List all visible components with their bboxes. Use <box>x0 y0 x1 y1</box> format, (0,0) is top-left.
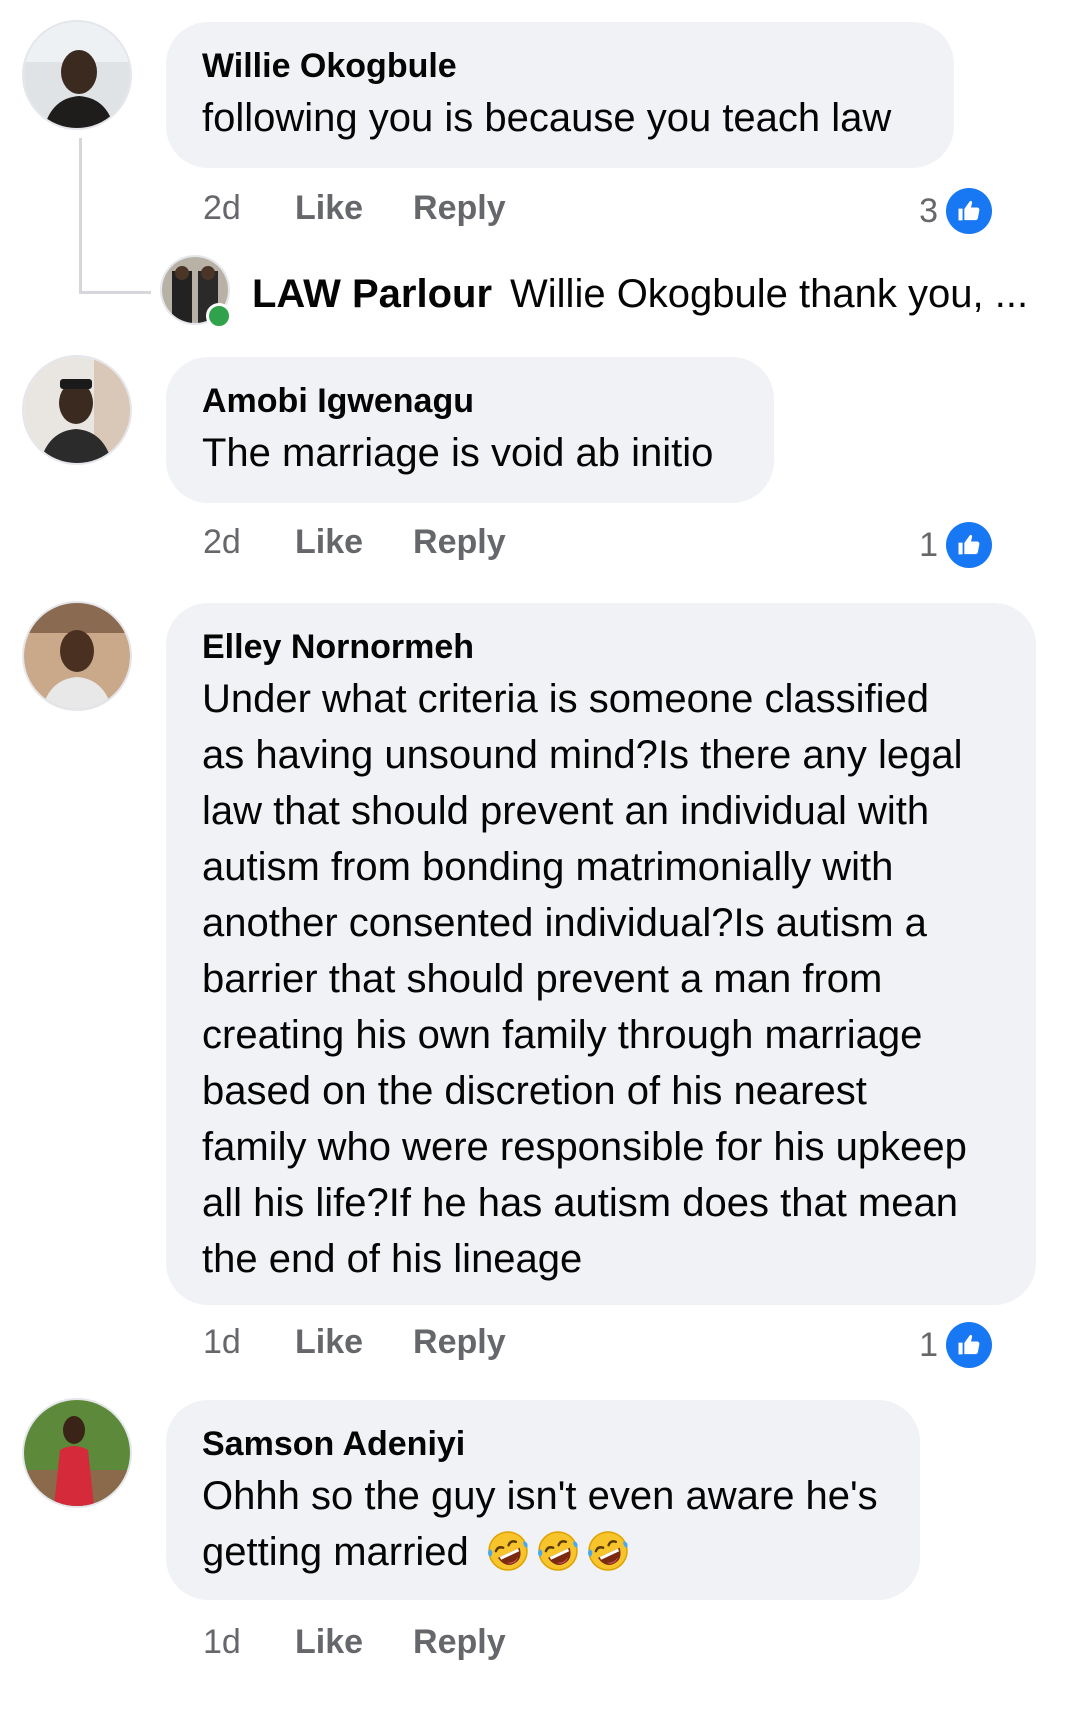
reaction-count: 1 <box>919 525 938 564</box>
avatar-elley-nornormeh[interactable] <box>24 603 130 709</box>
comment-text-line: creating his own family through marriage <box>202 1013 923 1057</box>
reply-button[interactable]: Reply <box>413 189 506 228</box>
comment-text-line: autism from bonding matrimonially with <box>202 845 894 889</box>
comment-bubble: Willie Okogbule following you is because… <box>166 22 954 168</box>
reply-text: Willie Okogbule thank you, ... <box>510 272 1029 316</box>
avatar-law-parlour[interactable] <box>162 257 232 329</box>
avatar-willie-okogbule[interactable] <box>24 22 130 128</box>
comment-time[interactable]: 1d <box>203 1323 295 1362</box>
online-status-dot <box>206 303 232 329</box>
comment-text-line: barrier that should prevent a man from <box>202 957 883 1001</box>
comment-text-segment: getting married <box>202 1530 469 1574</box>
comment-author[interactable]: Elley Nornormeh <box>202 625 1000 669</box>
rolling-on-floor-laughing-emoji <box>486 1529 530 1573</box>
reaction-count: 3 <box>919 191 938 230</box>
comment-text-line: the end of his lineage <box>202 1237 583 1281</box>
comment-author[interactable]: Willie Okogbule <box>202 44 918 88</box>
comment-author[interactable]: Amobi Igwenagu <box>202 379 738 423</box>
rolling-on-floor-laughing-emoji <box>536 1529 580 1573</box>
thumbs-up-icon <box>946 522 992 568</box>
reaction-summary[interactable]: 1 <box>919 520 992 570</box>
comment-time[interactable]: 2d <box>203 523 295 562</box>
reaction-summary[interactable]: 3 <box>919 186 992 236</box>
comment-text-line: getting married <box>202 1524 884 1580</box>
comment-text-line: Ohhh so the guy isn't even aware he's <box>202 1474 878 1518</box>
like-button[interactable]: Like <box>295 523 363 562</box>
comment-text: The marriage is void ab initio <box>202 431 714 475</box>
comment-actions: 2d Like Reply <box>203 186 556 230</box>
avatar-samson-adeniyi[interactable] <box>24 1400 130 1506</box>
comment-time[interactable]: 1d <box>203 1623 295 1662</box>
like-button[interactable]: Like <box>295 189 363 228</box>
comment-text-line: family who were responsible for his upke… <box>202 1125 967 1169</box>
comment-text: following you is because you teach law <box>202 96 892 140</box>
reaction-summary[interactable]: 1 <box>919 1320 992 1370</box>
comment-text-line: all his life?If he has autism does that … <box>202 1181 958 1225</box>
thread-connector-line <box>79 138 82 294</box>
comment-actions: 2d Like Reply <box>203 520 556 564</box>
reply-button[interactable]: Reply <box>413 523 506 562</box>
reaction-count: 1 <box>919 1325 938 1364</box>
comment-text: Under what criteria is someone classifie… <box>202 671 1000 1287</box>
comment-text: Ohhh so the guy isn't even aware he's ge… <box>202 1468 884 1580</box>
thumbs-up-icon <box>946 188 992 234</box>
reply-author[interactable]: LAW Parlour <box>252 272 492 316</box>
rolling-on-floor-laughing-emoji <box>586 1529 630 1573</box>
reply-button[interactable]: Reply <box>413 1623 506 1662</box>
comment-actions: 1d Like Reply <box>203 1320 556 1364</box>
reply-button[interactable]: Reply <box>413 1323 506 1362</box>
comment-text-line: another consented individual?Is autism a <box>202 901 927 945</box>
comment-bubble: Amobi Igwenagu The marriage is void ab i… <box>166 357 774 503</box>
like-button[interactable]: Like <box>295 1623 363 1662</box>
comment-time[interactable]: 2d <box>203 189 295 228</box>
comment-actions: 1d Like Reply <box>203 1620 556 1664</box>
comment-text-line: based on the discretion of his nearest <box>202 1069 867 1113</box>
avatar-amobi-igwenagu[interactable] <box>24 357 130 463</box>
comment-bubble: Samson Adeniyi Ohhh so the guy isn't eve… <box>166 1400 920 1600</box>
thread-connector-line <box>79 291 151 294</box>
reply-preview[interactable]: LAW Parlour Willie Okogbule thank you, ..… <box>252 268 1028 320</box>
comment-text-line: Under what criteria is someone classifie… <box>202 677 929 721</box>
like-button[interactable]: Like <box>295 1323 363 1362</box>
thumbs-up-icon <box>946 1322 992 1368</box>
comment-text-line: law that should prevent an individual wi… <box>202 789 930 833</box>
comment-author[interactable]: Samson Adeniyi <box>202 1422 884 1466</box>
comment-bubble: Elley Nornormeh Under what criteria is s… <box>166 603 1036 1305</box>
comment-text-line: as having unsound mind?Is there any lega… <box>202 733 963 777</box>
